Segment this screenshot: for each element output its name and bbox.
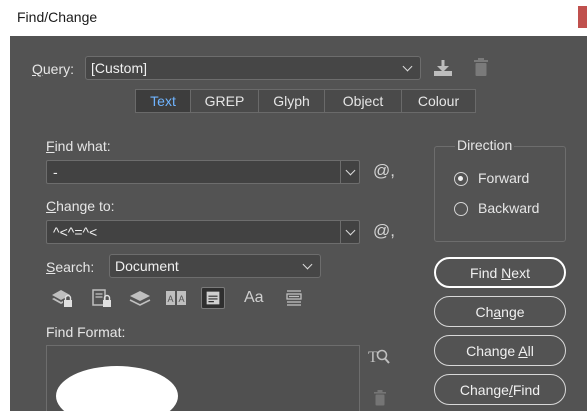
find-what-special-character-icon[interactable]: @,	[373, 161, 395, 181]
tab-glyph[interactable]: Glyph	[259, 90, 325, 112]
change-to-input[interactable]	[47, 221, 339, 243]
backward-radio[interactable]	[454, 202, 468, 216]
svg-text:A: A	[178, 294, 184, 304]
master-pages-icon[interactable]: A A	[164, 287, 188, 309]
whole-word-icon[interactable]	[282, 287, 306, 309]
locked-stories-icon[interactable]	[90, 287, 114, 309]
find-next-button[interactable]: Find Next	[434, 257, 566, 288]
change-find-button[interactable]: Change/Find	[434, 374, 566, 405]
tab-bar: Text GREP Glyph Object Colour	[135, 89, 476, 113]
find-what-input[interactable]	[47, 161, 339, 183]
find-what-field[interactable]	[46, 160, 360, 184]
change-to-field[interactable]	[46, 220, 360, 244]
forward-label: Forward	[478, 170, 530, 186]
change-all-button[interactable]: Change All	[434, 335, 566, 366]
forward-radio[interactable]	[454, 172, 468, 186]
chevron-down-icon	[302, 259, 313, 270]
direction-title: Direction	[455, 137, 515, 153]
title-bar: Find/Change	[0, 0, 587, 36]
tab-object[interactable]: Object	[325, 90, 402, 112]
direction-group	[434, 146, 566, 242]
change-to-label: Change to:	[46, 198, 115, 214]
window-title: Find/Change	[17, 9, 98, 25]
clear-format-trash-icon[interactable]	[373, 390, 387, 406]
footnotes-icon[interactable]	[201, 287, 225, 309]
search-label: Search:	[46, 259, 95, 275]
chevron-down-icon	[402, 61, 413, 72]
specify-format-icon[interactable]: T	[368, 346, 390, 366]
delete-query-icon[interactable]	[473, 58, 489, 77]
query-dropdown[interactable]: [Custom]	[85, 56, 421, 80]
tab-colour[interactable]: Colour	[402, 90, 475, 112]
search-scope-value: Document	[115, 258, 179, 274]
svg-text:A: A	[167, 294, 173, 304]
backward-label: Backward	[478, 200, 540, 216]
svg-text:T: T	[368, 349, 378, 366]
locked-layers-icon[interactable]	[50, 287, 74, 309]
change-button[interactable]: Change	[434, 296, 566, 327]
find-change-panel: Query: [Custom] Text GREP Glyph Object C…	[10, 36, 587, 411]
save-query-icon[interactable]	[432, 58, 454, 78]
query-label: Query:	[32, 61, 75, 77]
change-to-special-character-icon[interactable]: @,	[373, 221, 395, 241]
find-what-history-chevron-icon[interactable]	[345, 165, 356, 176]
tab-grep[interactable]: GREP	[191, 90, 259, 112]
find-what-label: Find what:	[46, 138, 111, 154]
close-button[interactable]	[578, 6, 587, 28]
tab-text[interactable]: Text	[136, 90, 191, 112]
find-format-label: Find Format:	[46, 324, 126, 340]
case-sensitive-icon[interactable]: Aa	[244, 287, 268, 309]
hidden-layers-icon[interactable]	[128, 287, 152, 309]
change-to-history-chevron-icon[interactable]	[345, 225, 356, 236]
query-value: [Custom]	[91, 60, 148, 76]
search-scope-dropdown[interactable]: Document	[109, 254, 321, 278]
